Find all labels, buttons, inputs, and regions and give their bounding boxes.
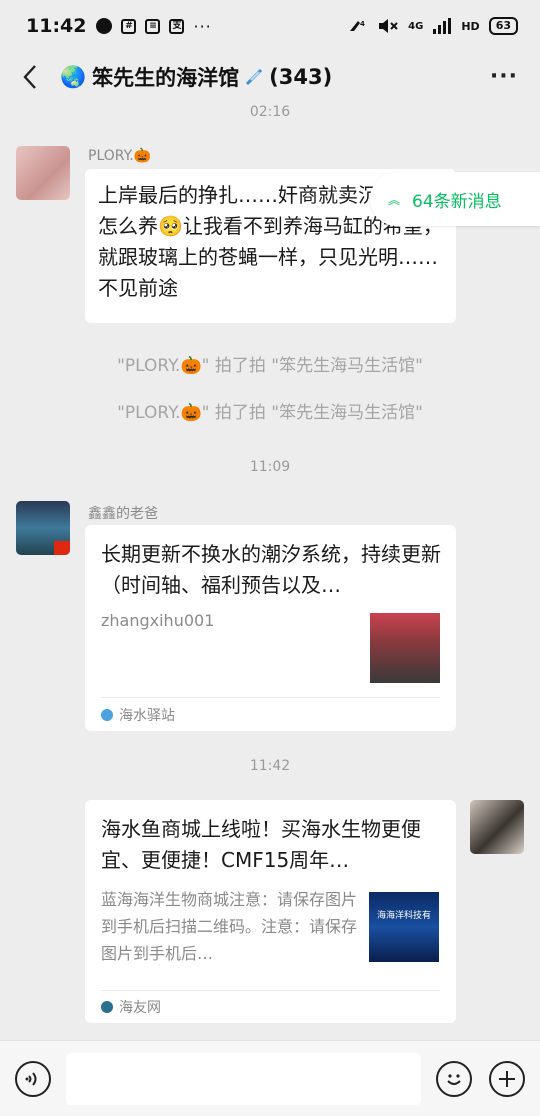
card-description: zhangxihu001 bbox=[101, 611, 215, 630]
card-title: 海水鱼商城上线啦！买海水生物更便宜、更便捷！CMF15周年… bbox=[101, 817, 421, 872]
source-name: 海水驿站 bbox=[119, 707, 175, 724]
app-notification-icon: # bbox=[121, 18, 137, 34]
group-name: 笨先生的海洋馆 bbox=[92, 66, 240, 90]
signal-speed-icon: 4 bbox=[350, 20, 365, 31]
voice-icon bbox=[25, 1072, 37, 1086]
back-button[interactable] bbox=[0, 52, 60, 102]
emoji-icon bbox=[447, 1074, 461, 1085]
emoji-button[interactable] bbox=[436, 1061, 472, 1097]
back-arrow-icon bbox=[23, 65, 36, 89]
card-source: 海水驿站 bbox=[101, 697, 440, 731]
input-bar bbox=[0, 1040, 540, 1116]
cell-signal-icon bbox=[433, 18, 452, 34]
double-chevron-up-icon: ︽ bbox=[388, 192, 401, 207]
card-description: 蓝海海洋生物商城注意：请保存图片到手机后扫描二维码。注意：请保存图片到手机后… bbox=[101, 890, 358, 963]
source-icon bbox=[101, 708, 113, 721]
sender-name: PLORY.🎃 bbox=[88, 148, 152, 164]
battery-icon: 63 bbox=[488, 17, 518, 35]
more-notifications-icon: ··· bbox=[193, 16, 212, 36]
new-messages-label: 64条新消息 bbox=[412, 191, 502, 212]
card-source: 海友网 bbox=[101, 990, 440, 1023]
my-avatar[interactable] bbox=[470, 800, 524, 854]
voice-button[interactable] bbox=[15, 1061, 51, 1097]
source-icon bbox=[101, 1001, 113, 1013]
status-icons: 4 4G HD 63 bbox=[348, 17, 518, 35]
globe-icon: 🌏 bbox=[60, 64, 87, 89]
flag-icon bbox=[54, 541, 70, 555]
card-thumbnail: 海海洋科技有 bbox=[369, 892, 439, 962]
system-message: "PLORY.🎃" 拍了拍 "笨先生海马生活馆" bbox=[117, 356, 423, 376]
timestamp: 11:09 bbox=[249, 459, 291, 475]
chat-area[interactable]: 02:16 PLORY.🎃 上岸最后的挣扎……奸商就卖沉不教我怎么养🥺让我看不到… bbox=[0, 102, 540, 1040]
plus-icon bbox=[499, 1071, 515, 1087]
system-message: "PLORY.🎃" 拍了拍 "笨先生海马生活馆" bbox=[117, 403, 423, 423]
chat-header: 🌏 笨先生的海洋馆 (343) ··· bbox=[0, 52, 540, 102]
chat-title[interactable]: 🌏 笨先生的海洋馆 (343) bbox=[60, 62, 332, 92]
more-options-button[interactable]: ··· bbox=[490, 64, 518, 89]
avatar[interactable] bbox=[16, 501, 70, 555]
card-thumbnail bbox=[370, 613, 440, 683]
member-count: (343) bbox=[269, 65, 333, 89]
clock: 11:42 bbox=[26, 15, 87, 37]
new-messages-button[interactable]: ︽ 64条新消息 bbox=[370, 172, 540, 226]
pay-notification-icon: 支 bbox=[169, 18, 185, 34]
plus-button[interactable] bbox=[489, 1061, 525, 1097]
timestamp: 11:42 bbox=[249, 758, 291, 774]
thumbnail-text: 海海洋科技有 bbox=[376, 911, 431, 921]
status-bar: 11:42 # ≡ 支 ··· 4 4G HD 63 bbox=[0, 0, 540, 52]
network-type: 4G bbox=[408, 20, 424, 32]
sender-name: 鑫鑫的老爸 bbox=[88, 506, 158, 522]
notification-dot-icon bbox=[96, 18, 113, 34]
feather-icon bbox=[246, 68, 263, 86]
card-title: 长期更新不换水的潮汐系统，持续更新（时间轴、福利预告以及… bbox=[101, 542, 441, 597]
link-card[interactable]: 海水鱼商城上线啦！买海水生物更便宜、更便捷！CMF15周年… 蓝海海洋生物商城注… bbox=[85, 800, 456, 1023]
avatar[interactable] bbox=[16, 146, 70, 200]
hd-icon: HD bbox=[461, 19, 480, 33]
timestamp: 02:16 bbox=[249, 104, 291, 120]
link-card[interactable]: 长期更新不换水的潮汐系统，持续更新（时间轴、福利预告以及… zhangxihu0… bbox=[85, 525, 456, 731]
mute-icon bbox=[379, 19, 398, 33]
list-notification-icon: ≡ bbox=[145, 18, 161, 34]
svg-text:4: 4 bbox=[360, 20, 365, 28]
message-input[interactable] bbox=[66, 1053, 421, 1105]
source-name: 海友网 bbox=[119, 1000, 161, 1016]
